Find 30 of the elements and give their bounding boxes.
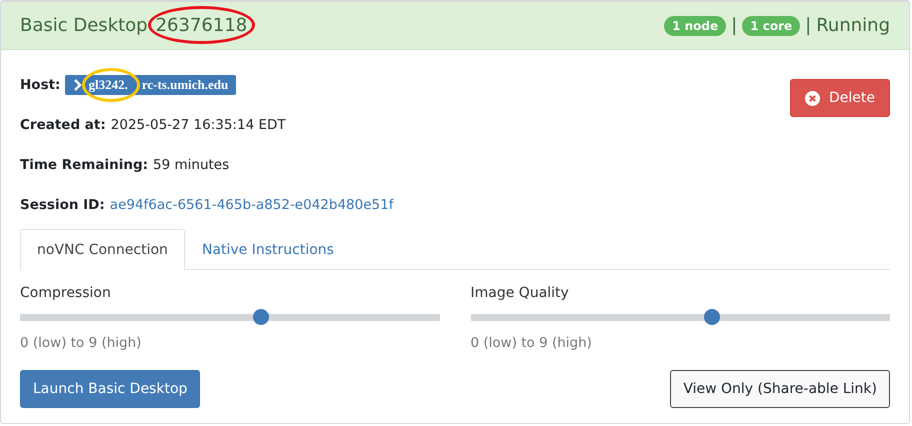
view-only-button[interactable]: View Only (Share-able Link) — [670, 370, 890, 408]
launch-button[interactable]: Launch Basic Desktop — [20, 370, 200, 408]
tab[interactable]: noVNC Connection — [20, 229, 185, 270]
host-badge[interactable]: gl3242. rc-ts.umich.edu — [65, 74, 236, 94]
slider-hint: 0 (low) to 9 (high) — [470, 335, 593, 351]
status-text: Running — [816, 15, 890, 36]
slider-thumb[interactable] — [253, 309, 270, 325]
job-id: 26376118 — [156, 15, 248, 36]
field-label: Created at: — [20, 116, 106, 132]
session-link[interactable]: ae94f6ac-6561-465b-a852-e042b480e51f — [110, 196, 394, 212]
field-value: 2025-05-27 16:35:14 EDT — [110, 116, 286, 132]
slider-hint: 0 (low) to 9 (high) — [20, 335, 142, 351]
field-label: Session ID: — [20, 196, 105, 212]
tab[interactable]: Native Instructions — [184, 229, 351, 270]
host-name[interactable]: gl3242. — [88, 76, 128, 92]
separator: | — [805, 15, 812, 36]
slider-label: Compression — [20, 285, 112, 301]
close-icon — [805, 90, 820, 106]
host-name[interactable]: rc-ts.umich.edu — [142, 76, 228, 92]
slider-label: Image Quality — [470, 285, 570, 301]
slider-thumb[interactable] — [704, 309, 720, 325]
field-value: 59 minutes — [153, 156, 230, 172]
count-badge: 1 node — [664, 16, 726, 36]
field-label: Time Remaining: — [20, 156, 148, 172]
chevron-icon — [74, 78, 82, 90]
field-label: Host: — [20, 76, 60, 92]
session-title: Basic Desktop — [20, 15, 148, 36]
count-badge: 1 core — [742, 16, 800, 36]
delete-button[interactable]: Delete — [790, 79, 890, 117]
separator: | — [731, 15, 738, 36]
